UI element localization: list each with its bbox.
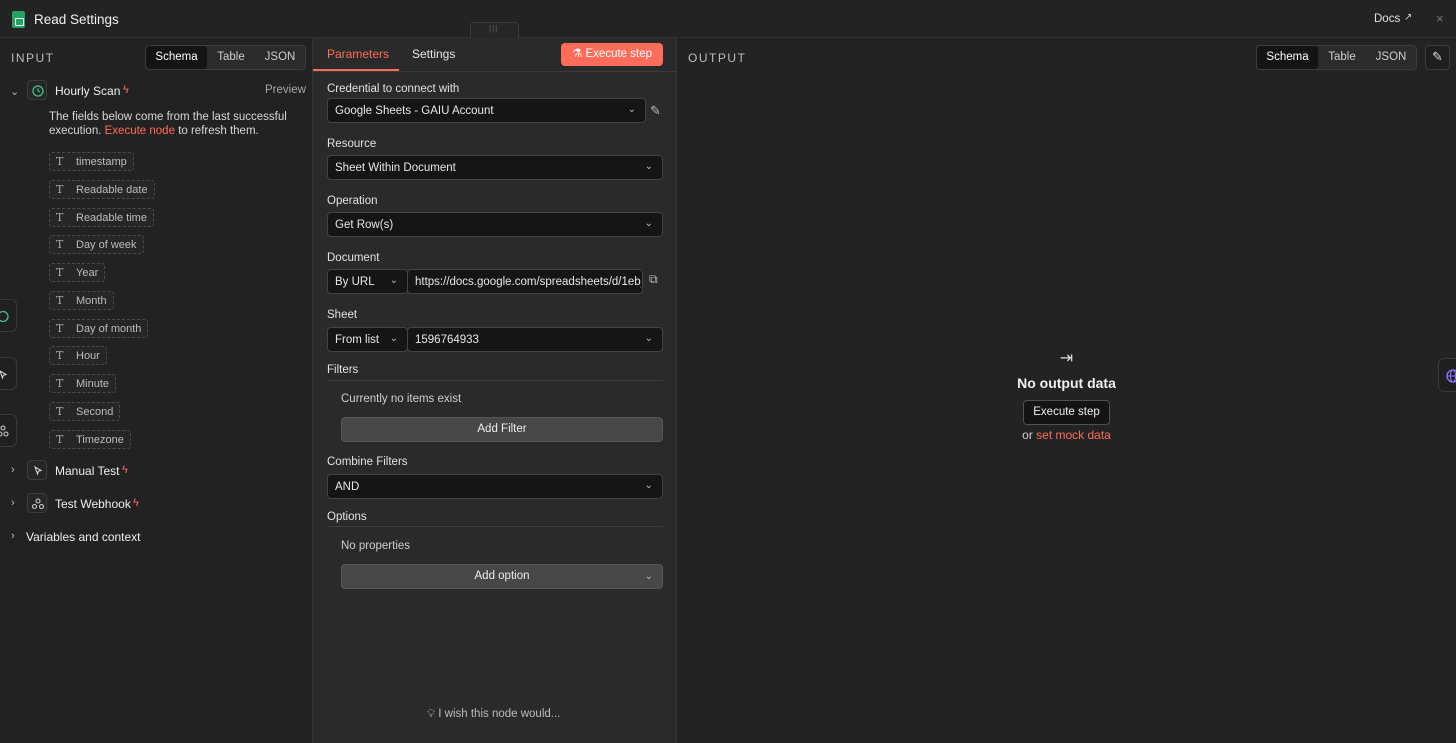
chevron-right-icon[interactable]: ›	[11, 530, 15, 542]
variables-and-context[interactable]: Variables and context	[26, 530, 141, 544]
document-url-input[interactable]: https://docs.google.com/spreadsheets/d/1…	[407, 269, 643, 294]
field-pill[interactable]: T Year	[49, 263, 106, 282]
bolt-icon: ϟ	[133, 497, 139, 509]
chevron-down-icon: ⌄	[644, 333, 653, 344]
combine-filters-select[interactable]: AND ⌄	[327, 474, 663, 499]
hourly-scan-node[interactable]: Hourly Scan	[55, 84, 120, 98]
chevron-down-icon: ⌄	[389, 275, 398, 286]
output-view-switch: Schema Table JSON	[1256, 45, 1417, 70]
options-label: Options	[327, 511, 367, 523]
execute-node-link[interactable]: Execute node	[105, 125, 175, 137]
bolt-icon: ϟ	[122, 464, 128, 476]
document-label: Document	[327, 252, 380, 264]
output-tab-json[interactable]: JSON	[1366, 46, 1416, 69]
bolt-icon: ϟ	[123, 84, 129, 96]
chevron-down-icon: ⌄	[644, 571, 653, 582]
preview-link[interactable]: Preview	[265, 84, 306, 96]
field-pill[interactable]: T Second	[49, 402, 121, 421]
close-icon[interactable]: ×	[1436, 11, 1444, 26]
field-pill[interactable]: T Readable date	[49, 180, 155, 199]
drag-handle[interactable]	[470, 22, 519, 38]
google-sheets-icon	[12, 11, 25, 28]
input-view-switch: Schema Table JSON	[145, 45, 306, 70]
field-pill[interactable]: T Hour	[49, 346, 107, 365]
execute-step-button[interactable]: ⚗ Execute step	[561, 43, 663, 66]
arrow-right-to-line-icon: ⇥	[1059, 350, 1074, 367]
sheet-mode-select[interactable]: From list ⌄	[327, 327, 408, 352]
node-header: Read Settings Docs ↗ ×	[0, 0, 1456, 38]
combine-filters-label: Combine Filters	[327, 456, 408, 468]
credential-select[interactable]: Google Sheets - GAIU Account ⌄	[327, 98, 646, 123]
clock-icon	[27, 80, 47, 100]
input-panel: INPUT Schema Table JSON ⌄ Hourly Scan ϟ …	[0, 38, 312, 743]
chevron-down-icon: ⌄	[644, 218, 653, 229]
filters-label: Filters	[327, 364, 359, 376]
filters-empty-text: Currently no items exist	[341, 393, 462, 405]
chevron-down-icon: ⌄	[627, 104, 636, 115]
parameters-panel: Parameters Settings ⚗ Execute step Crede…	[312, 38, 678, 743]
chevron-down-icon: ⌄	[644, 161, 653, 172]
chevron-down-icon[interactable]: ⌄	[10, 85, 19, 98]
test-webhook-node[interactable]: Test Webhook	[55, 497, 131, 511]
output-tab-schema[interactable]: Schema	[1257, 46, 1318, 69]
feedback-link[interactable]: 💡︎ I wish this node would...	[427, 708, 560, 721]
field-pill[interactable]: Ttimestamp	[49, 152, 134, 171]
flask-icon: ⚗	[572, 48, 583, 60]
field-pill[interactable]: T Minute	[49, 374, 117, 393]
external-link-icon[interactable]: ⧉	[649, 272, 658, 287]
field-pill[interactable]: T Readable time	[49, 208, 154, 227]
input-tab-table[interactable]: Table	[207, 46, 255, 69]
filters-divider	[327, 380, 663, 381]
side-tab-manual[interactable]	[0, 357, 17, 390]
sheet-select[interactable]: 1596764933 ⌄	[407, 327, 663, 352]
field-pill[interactable]: T Month	[49, 291, 114, 310]
operation-label: Operation	[327, 195, 378, 207]
mock-data-line: or set mock data	[1022, 428, 1111, 442]
output-label: OUTPUT	[688, 51, 747, 65]
input-tab-json[interactable]: JSON	[255, 46, 305, 69]
sheet-label: Sheet	[327, 309, 358, 321]
edit-output-button[interactable]: ✎	[1425, 45, 1450, 70]
field-pill[interactable]: T Day of week	[49, 235, 144, 254]
side-tab-schedule[interactable]	[0, 299, 17, 332]
options-divider	[327, 526, 663, 527]
add-filter-button[interactable]: Add Filter	[341, 417, 663, 442]
tab-divider	[313, 71, 678, 72]
chevron-right-icon[interactable]: ›	[11, 464, 15, 476]
info-text: The fields below come from the last succ…	[49, 111, 287, 137]
tab-settings[interactable]: Settings	[412, 47, 455, 61]
side-tab-http[interactable]	[1438, 358, 1456, 392]
docs-link[interactable]: Docs	[1374, 13, 1400, 25]
pencil-icon[interactable]: ✎	[650, 103, 661, 119]
manual-test-node[interactable]: Manual Test	[55, 464, 119, 478]
resource-select[interactable]: Sheet Within Document ⌄	[327, 155, 663, 180]
execute-step-button-secondary[interactable]: Execute step	[1023, 400, 1110, 425]
pencil-icon: ✎	[1432, 49, 1443, 64]
lightbulb-icon: 💡︎	[427, 708, 436, 720]
resource-label: Resource	[327, 138, 377, 150]
output-panel: OUTPUT Schema Table JSON ✎ ⇥ No output d…	[677, 38, 1456, 743]
add-option-button[interactable]: Add option ⌄	[341, 564, 663, 589]
chevron-right-icon[interactable]: ›	[11, 497, 15, 509]
options-empty-text: No properties	[341, 540, 411, 552]
set-mock-data-link[interactable]: set mock data	[1036, 428, 1111, 442]
operation-select[interactable]: Get Row(s) ⌄	[327, 212, 663, 237]
tab-parameters[interactable]: Parameters	[327, 47, 389, 61]
input-label: INPUT	[11, 51, 55, 65]
webhook-icon	[27, 493, 47, 513]
node-title[interactable]: Read Settings	[34, 12, 119, 27]
no-output-title: No output data	[1017, 375, 1116, 391]
output-tab-table[interactable]: Table	[1318, 46, 1366, 69]
cursor-icon	[27, 460, 47, 480]
document-mode-select[interactable]: By URL ⌄	[327, 269, 408, 294]
external-link-icon: ↗	[1404, 12, 1413, 23]
input-tab-schema[interactable]: Schema	[146, 46, 207, 69]
field-pill[interactable]: T Day of month	[49, 319, 149, 338]
chevron-down-icon: ⌄	[644, 480, 653, 491]
field-pill[interactable]: T Timezone	[49, 430, 131, 449]
chevron-down-icon: ⌄	[389, 333, 398, 344]
credential-label: Credential to connect with	[327, 83, 460, 95]
side-tab-webhook[interactable]	[0, 414, 17, 447]
